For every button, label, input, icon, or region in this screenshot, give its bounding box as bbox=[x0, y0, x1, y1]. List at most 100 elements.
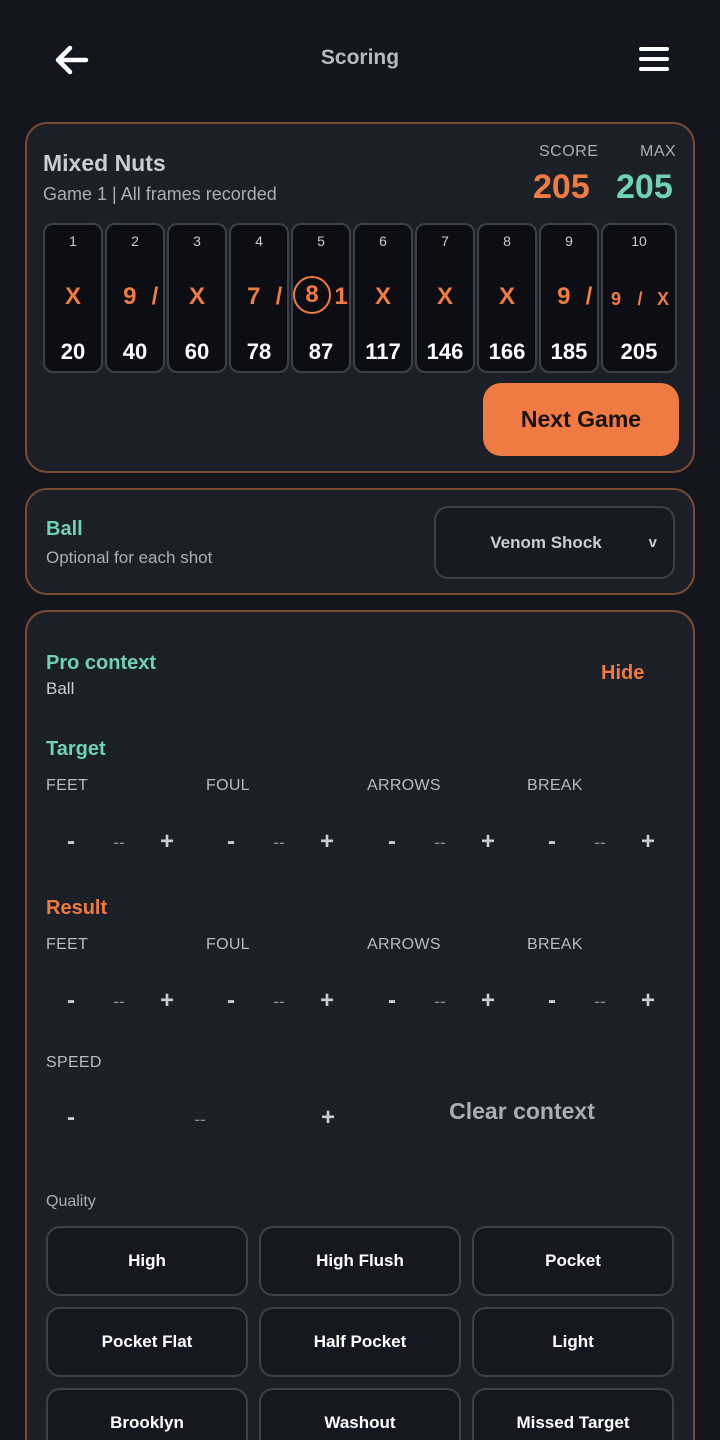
result-break-minus-button[interactable]: - bbox=[532, 981, 572, 1021]
result-foul-plus-button[interactable]: + bbox=[307, 981, 347, 1021]
result-arrows-minus-button[interactable]: - bbox=[372, 981, 412, 1021]
result-arrows-value: -- bbox=[434, 992, 446, 1011]
ball-select[interactable]: Venom Shock v bbox=[434, 506, 675, 579]
frame-5[interactable]: 5 8 1 87 bbox=[291, 223, 351, 373]
ball-select-value: Venom Shock bbox=[490, 533, 602, 552]
target-foul-label: FOUL bbox=[206, 777, 250, 794]
frame-number: 4 bbox=[255, 233, 263, 249]
hide-button[interactable]: Hide bbox=[601, 662, 644, 685]
shot-mark: / bbox=[637, 289, 643, 309]
quality-option-washout[interactable]: Washout bbox=[259, 1388, 461, 1440]
clear-context-button[interactable]: Clear context bbox=[427, 1098, 617, 1125]
shot-mark: 9 bbox=[123, 283, 137, 310]
quality-option-half-pocket[interactable]: Half Pocket bbox=[259, 1307, 461, 1377]
frame-total: 146 bbox=[426, 339, 464, 364]
frame-total: 40 bbox=[122, 339, 148, 364]
shot-mark: X bbox=[498, 283, 516, 310]
split-shot-mark: 8 bbox=[293, 276, 331, 314]
frame-number: 10 bbox=[631, 233, 647, 249]
quality-option-brooklyn[interactable]: Brooklyn bbox=[46, 1388, 248, 1440]
shot-mark: X bbox=[188, 283, 206, 310]
shot-mark: 1 bbox=[334, 283, 348, 310]
shot-mark: / bbox=[151, 283, 159, 310]
frame-total: 87 bbox=[308, 339, 334, 364]
frame-total: 78 bbox=[246, 339, 272, 364]
target-arrows-label: ARROWS bbox=[367, 777, 441, 794]
quality-option-high-flush[interactable]: High Flush bbox=[259, 1226, 461, 1296]
frame-10[interactable]: 10 9 / X 205 bbox=[601, 223, 677, 373]
pro-context-title: Pro context bbox=[46, 652, 157, 674]
shot-mark: / bbox=[275, 283, 283, 310]
frame-number: 7 bbox=[441, 233, 449, 249]
frame-number: 6 bbox=[379, 233, 387, 249]
target-feet-plus-button[interactable]: + bbox=[147, 822, 187, 862]
quality-option-pocket[interactable]: Pocket bbox=[472, 1226, 674, 1296]
quality-label: Quality bbox=[46, 1193, 96, 1210]
frame-total: 166 bbox=[488, 339, 526, 364]
frame-number: 5 bbox=[317, 233, 325, 249]
frame-number: 3 bbox=[193, 233, 201, 249]
result-feet-minus-button[interactable]: - bbox=[51, 981, 91, 1021]
shot-mark: X bbox=[656, 289, 670, 309]
target-title: Target bbox=[46, 738, 106, 760]
speed-plus-button[interactable]: + bbox=[308, 1098, 348, 1138]
frame-total: 185 bbox=[550, 339, 588, 364]
frame-total: 60 bbox=[184, 339, 210, 364]
result-break-plus-button[interactable]: + bbox=[628, 981, 668, 1021]
frame-number: 9 bbox=[565, 233, 573, 249]
quality-option-high[interactable]: High bbox=[46, 1226, 248, 1296]
frame-9[interactable]: 9 9 / 185 bbox=[539, 223, 599, 373]
pro-context-card: Pro context Ball Hide Target Result SPEE… bbox=[25, 610, 695, 1440]
frame-4[interactable]: 4 7 / 78 bbox=[229, 223, 289, 373]
quality-option-pocket-flat[interactable]: Pocket Flat bbox=[46, 1307, 248, 1377]
frame-number: 2 bbox=[131, 233, 139, 249]
target-foul-plus-button[interactable]: + bbox=[307, 822, 347, 862]
frame-1[interactable]: 1 X 20 bbox=[43, 223, 103, 373]
ball-card: Ball Optional for each shot Venom Shock … bbox=[25, 488, 695, 595]
speed-minus-button[interactable]: - bbox=[51, 1098, 91, 1138]
shot-mark: / bbox=[585, 283, 593, 310]
result-foul-label: FOUL bbox=[206, 936, 250, 953]
ball-subtitle: Optional for each shot bbox=[46, 548, 213, 567]
quality-option-missed-target[interactable]: Missed Target bbox=[472, 1388, 674, 1440]
target-foul-value: -- bbox=[273, 833, 285, 852]
result-feet-plus-button[interactable]: + bbox=[147, 981, 187, 1021]
max-label: MAX bbox=[640, 143, 677, 160]
scorecard: Mixed Nuts Game 1 | All frames recorded … bbox=[25, 122, 695, 473]
score-label: SCORE bbox=[539, 143, 599, 160]
shot-mark: X bbox=[374, 283, 392, 310]
chevron-down-icon: v bbox=[648, 534, 657, 551]
target-break-plus-button[interactable]: + bbox=[628, 822, 668, 862]
frame-3[interactable]: 3 X 60 bbox=[167, 223, 227, 373]
target-break-minus-button[interactable]: - bbox=[532, 822, 572, 862]
quality-option-light[interactable]: Light bbox=[472, 1307, 674, 1377]
speed-value: -- bbox=[194, 1110, 206, 1129]
menu-button[interactable] bbox=[636, 42, 672, 78]
frame-7[interactable]: 7 X 146 bbox=[415, 223, 475, 373]
shot-mark: 9 bbox=[557, 283, 571, 310]
frame-2[interactable]: 2 9 / 40 bbox=[105, 223, 165, 373]
result-feet-label: FEET bbox=[46, 936, 89, 953]
pro-context-subtitle: Ball bbox=[46, 679, 75, 698]
target-foul-minus-button[interactable]: - bbox=[211, 822, 251, 862]
target-arrows-minus-button[interactable]: - bbox=[372, 822, 412, 862]
result-foul-minus-button[interactable]: - bbox=[211, 981, 251, 1021]
frame-row: 1 X 20 2 9/40 3 X 60 4 7/78 5 8 1 87 6 X 117 7 X 146 8 X 166 9 9… bbox=[43, 223, 679, 373]
frame-8[interactable]: 8 X 166 bbox=[477, 223, 537, 373]
target-break-value: -- bbox=[594, 833, 606, 852]
frame-total: 117 bbox=[365, 339, 401, 364]
target-arrows-plus-button[interactable]: + bbox=[468, 822, 508, 862]
shot-mark: 9 bbox=[610, 289, 622, 309]
result-break-value: -- bbox=[594, 992, 606, 1011]
target-feet-minus-button[interactable]: - bbox=[51, 822, 91, 862]
game-status: Game 1 | All frames recorded bbox=[43, 184, 277, 204]
frame-number: 1 bbox=[69, 233, 77, 249]
frame-6[interactable]: 6 X 117 bbox=[353, 223, 413, 373]
result-arrows-plus-button[interactable]: + bbox=[468, 981, 508, 1021]
shot-mark: X bbox=[436, 283, 454, 310]
next-game-button[interactable]: Next Game bbox=[483, 383, 679, 456]
target-feet-value: -- bbox=[113, 833, 125, 852]
team-name: Mixed Nuts bbox=[43, 150, 166, 176]
shot-mark: X bbox=[64, 283, 82, 310]
frame-number: 8 bbox=[503, 233, 511, 249]
